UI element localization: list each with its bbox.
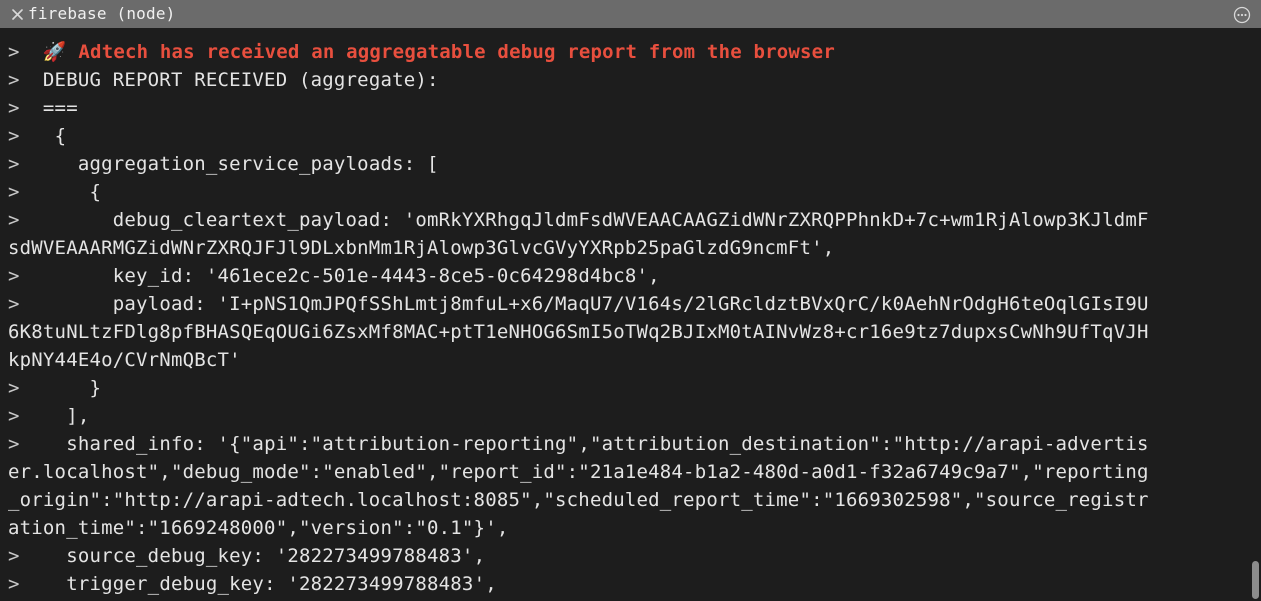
log-line: > ], — [8, 402, 1253, 430]
log-line: > key_id: '461ece2c-501e-4443-8ce5-0c642… — [8, 262, 1253, 290]
log-line: > DEBUG REPORT RECEIVED (aggregate): — [8, 66, 1253, 94]
prompt-marker: > — [8, 265, 20, 287]
log-text: ation_time":"1669248000","version":"0.1"… — [8, 517, 508, 539]
prompt-marker: > — [8, 125, 20, 147]
log-line: er.localhost","debug_mode":"enabled","re… — [8, 458, 1253, 486]
log-text: source_debug_key: '282273499788483', — [66, 545, 485, 567]
log-line: > === — [8, 94, 1253, 122]
log-line: > source_debug_key: '282273499788483', — [8, 542, 1253, 570]
log-line: > 🚀 Adtech has received an aggregatable … — [8, 38, 1253, 66]
prompt-marker: > — [8, 153, 20, 175]
log-text: aggregation_service_payloads: [ — [78, 153, 439, 175]
log-line: > { — [8, 122, 1253, 150]
log-line: > } — [8, 374, 1253, 402]
prompt-marker: > — [8, 41, 20, 63]
log-line: _origin":"http://arapi-adtech.localhost:… — [8, 486, 1253, 514]
log-text: { — [55, 125, 67, 147]
close-icon[interactable] — [6, 9, 22, 20]
tab-title: firebase (node) — [22, 0, 182, 28]
log-line: kpNY44E4o/CVrNmQBcT' — [8, 346, 1253, 374]
log-line: > payload: 'I+pNS1QmJPQfSShLmtj8mfuL+x6/… — [8, 290, 1253, 318]
log-text: sdWVEAAARMGZidWNrZXRQJFJl9DLxbnMm1RjAlow… — [8, 237, 834, 259]
prompt-marker: > — [8, 573, 20, 595]
log-text: DEBUG REPORT RECEIVED (aggregate): — [43, 69, 439, 91]
log-text: 6K8tuNLtzFDlg8pfBHASQEqOUGi6ZsxMf8MAC+pt… — [8, 321, 1149, 343]
tab-bar: firebase (node) — [0, 0, 1261, 28]
log-line: > aggregation_service_payloads: [ — [8, 150, 1253, 178]
prompt-marker: > — [8, 209, 20, 231]
prompt-marker: > — [8, 293, 20, 315]
terminal-output: > 🚀 Adtech has received an aggregatable … — [0, 28, 1261, 601]
prompt-marker: > — [8, 545, 20, 567]
prompt-marker: > — [8, 181, 20, 203]
log-line: sdWVEAAARMGZidWNrZXRQJFJl9DLxbnMm1RjAlow… — [8, 234, 1253, 262]
log-text: ], — [66, 405, 89, 427]
rocket-icon: 🚀 — [43, 38, 67, 66]
scrollbar-thumb[interactable] — [1252, 561, 1259, 599]
log-text: key_id: '461ece2c-501e-4443-8ce5-0c64298… — [113, 265, 660, 287]
prompt-marker: > — [8, 377, 20, 399]
log-text: === — [43, 97, 78, 119]
prompt-marker: > — [8, 97, 20, 119]
log-text: payload: 'I+pNS1QmJPQfSShLmtj8mfuL+x6/Ma… — [113, 293, 1149, 315]
log-line: > { — [8, 178, 1253, 206]
prompt-marker: > — [8, 405, 20, 427]
log-text: trigger_debug_key: '282273499788483', — [66, 573, 497, 595]
log-text: _origin":"http://arapi-adtech.localhost:… — [8, 489, 1149, 511]
log-line: > trigger_debug_key: '282273499788483', — [8, 570, 1253, 598]
log-text: shared_info: '{"api":"attribution-report… — [66, 433, 1148, 455]
log-text: debug_cleartext_payload: 'omRkYXRhgqJldm… — [113, 209, 1149, 231]
log-line: ation_time":"1669248000","version":"0.1"… — [8, 514, 1253, 542]
log-text: { — [89, 181, 101, 203]
log-line: > debug_cleartext_payload: 'omRkYXRhgqJl… — [8, 206, 1253, 234]
more-icon[interactable] — [1233, 6, 1251, 24]
log-line: > shared_info: '{"api":"attribution-repo… — [8, 430, 1253, 458]
prompt-marker: > — [8, 69, 20, 91]
log-text: kpNY44E4o/CVrNmQBcT' — [8, 349, 241, 371]
log-line: 6K8tuNLtzFDlg8pfBHASQEqOUGi6ZsxMf8MAC+pt… — [8, 318, 1253, 346]
highlight-message: Adtech has received an aggregatable debu… — [78, 41, 835, 63]
prompt-marker: > — [8, 433, 20, 455]
log-text: } — [89, 377, 101, 399]
log-text: er.localhost","debug_mode":"enabled","re… — [8, 461, 1149, 483]
